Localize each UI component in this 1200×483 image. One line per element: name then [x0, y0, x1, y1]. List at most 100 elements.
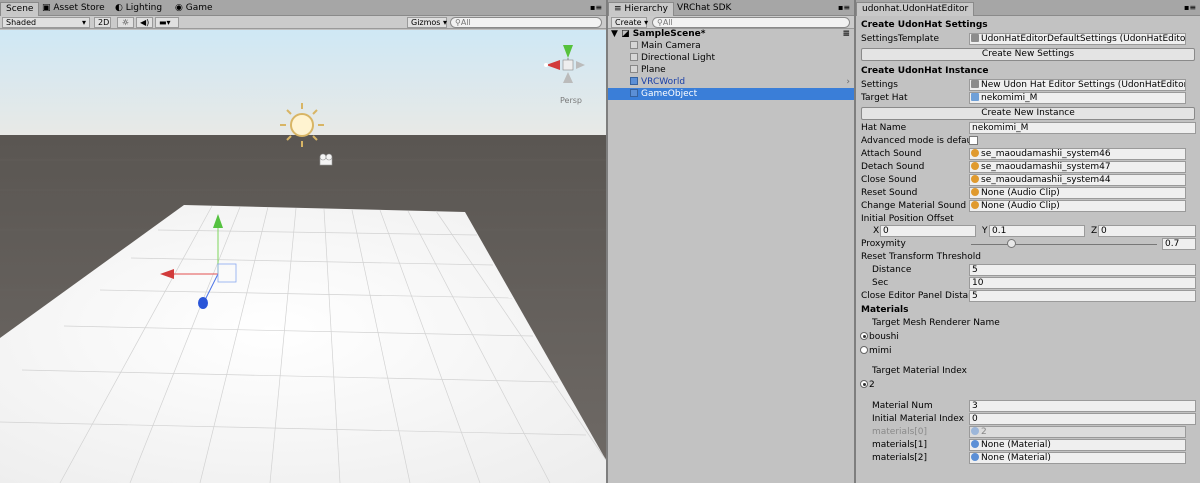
materials1-field[interactable]: None (Material)⊙ — [969, 439, 1186, 451]
scene-canvas[interactable]: Persp — [0, 30, 606, 483]
audio-clip-icon — [971, 201, 979, 209]
list-icon: ≡ — [614, 4, 625, 14]
materials2-field[interactable]: None (Material)⊙ — [969, 452, 1186, 464]
advanced-mode-checkbox[interactable] — [969, 136, 978, 145]
scene-lighting-toggle-icon[interactable]: ☼ — [117, 17, 134, 28]
radio-selected-icon[interactable] — [860, 380, 868, 388]
hierarchy-panel-menu-icon[interactable]: ▪≡ — [838, 3, 850, 13]
inspector-panel: udonhat.UdonHatEditor ▪≡ Create UdonHat … — [856, 0, 1200, 483]
hierarchy-panel: ≡ Hierarchy VRChat SDK ▪≡ Create ▾ ⚲All … — [608, 0, 854, 483]
gameobject-icon — [630, 65, 638, 73]
effects-dropdown-icon[interactable]: ▬▾ — [155, 17, 179, 28]
detach-sound-field[interactable]: se_maoudamashii_system47⊙ — [969, 161, 1186, 173]
initial-material-index-row: Initial Material Index 0 — [859, 413, 1199, 426]
inspector-tabbar: udonhat.UdonHatEditor ▪≡ — [856, 0, 1200, 16]
proxymity-input[interactable]: 0.7 — [1162, 238, 1196, 250]
mesh-option-mimi[interactable]: mimi — [859, 345, 1199, 358]
create-settings-header: Create UdonHat Settings — [861, 20, 988, 30]
change-material-sound-field[interactable]: None (Audio Clip)⊙ — [969, 200, 1186, 212]
offset-x-input[interactable]: 0 — [880, 225, 976, 237]
tab-asset-store[interactable]: ▣ Asset Store — [37, 2, 110, 16]
create-instance-header: Create UdonHat Instance — [861, 66, 989, 76]
offset-vector-row: X 0 Y 0.1 Z 0 — [859, 225, 1199, 238]
gameobject-icon — [630, 53, 638, 61]
hierarchy-item[interactable]: Main Camera — [608, 40, 854, 52]
chevron-right-icon[interactable]: › — [846, 76, 850, 88]
expand-arrow-icon: ▼ — [611, 29, 622, 39]
offset-y-input[interactable]: 0.1 — [989, 225, 1085, 237]
game-icon: ◉ — [175, 3, 186, 13]
target-hat-field[interactable]: nekomimi_M⊙ — [969, 92, 1186, 104]
shading-mode-dropdown[interactable]: Shaded ▾ — [2, 17, 90, 28]
inspector-panel-menu-icon[interactable]: ▪≡ — [1184, 3, 1196, 13]
hierarchy-item-selected[interactable]: GameObject — [608, 88, 854, 100]
distance-input[interactable]: 5 — [969, 264, 1196, 276]
offset-z-input[interactable]: 0 — [1098, 225, 1196, 237]
audio-clip-icon — [971, 188, 979, 196]
scene-panel-menu-icon[interactable]: ▪≡ — [590, 3, 602, 13]
materials0-row: materials[0] 2⊙ — [859, 426, 1199, 439]
material-num-row: Material Num 3 — [859, 400, 1199, 413]
settings-template-field[interactable]: UdonHatEditorDefaultSettings (UdonHatEdi… — [969, 33, 1186, 45]
materials2-row: materials[2] None (Material)⊙ — [859, 452, 1199, 465]
hierarchy-item[interactable]: Plane — [608, 64, 854, 76]
change-material-sound-row: Change Material Sound None (Audio Clip)⊙ — [859, 200, 1199, 213]
scene-root-row[interactable]: ▼ ◪ SampleScene* ≡ — [608, 28, 854, 40]
tab-udonhat-editor[interactable]: udonhat.UdonHatEditor — [856, 2, 975, 16]
hierarchy-search-input[interactable]: ⚲All — [652, 17, 850, 28]
material-icon — [971, 453, 979, 461]
close-distance-input[interactable]: 5 — [969, 290, 1196, 302]
tab-scene[interactable]: Scene — [0, 2, 40, 16]
lighting-icon: ◐ — [115, 3, 126, 13]
hat-name-row: Hat Name nekomimi_M — [859, 122, 1199, 135]
sec-input[interactable]: 10 — [969, 277, 1196, 289]
tab-hierarchy[interactable]: ≡ Hierarchy — [608, 2, 674, 16]
proxymity-row: Proxymity 0.7 — [859, 238, 1199, 251]
advanced-mode-row: Advanced mode is default — [859, 135, 1199, 148]
camera-icon[interactable] — [319, 153, 333, 166]
create-new-settings-row: Create New Settings — [859, 48, 1199, 61]
radio-icon[interactable] — [860, 346, 868, 354]
create-dropdown[interactable]: Create ▾ — [611, 17, 648, 28]
proxymity-slider-track[interactable] — [971, 244, 1157, 245]
material-index-option[interactable]: 2 — [859, 379, 1199, 392]
scene-panel: Scene ▣ Asset Store ◐ Lighting ◉ Game ▪≡… — [0, 0, 606, 483]
hierarchy-item[interactable]: Directional Light — [608, 52, 854, 64]
create-new-instance-button[interactable]: Create New Instance — [861, 107, 1195, 120]
attach-sound-field[interactable]: se_maoudamashii_system46⊙ — [969, 148, 1186, 160]
target-mesh-label-row: Target Mesh Renderer Name — [872, 318, 1000, 328]
scene-search-input[interactable]: ⚲All — [450, 17, 602, 28]
2d-toggle[interactable]: 2D — [94, 17, 111, 28]
audio-clip-icon — [971, 162, 979, 170]
distance-row: Distance 5 — [859, 264, 1199, 277]
audio-clip-icon — [971, 175, 979, 183]
material-icon — [971, 427, 979, 435]
tab-lighting[interactable]: ◐ Lighting — [110, 2, 167, 16]
materials0-field: 2⊙ — [969, 426, 1186, 438]
mesh-option-boushi[interactable]: boushi — [859, 331, 1199, 344]
audio-toggle-icon[interactable]: ◀) — [136, 17, 153, 28]
tab-vrchat-sdk[interactable]: VRChat SDK — [672, 2, 736, 16]
store-icon: ▣ — [42, 3, 54, 13]
hierarchy-item-prefab[interactable]: VRCWorld › — [608, 76, 854, 88]
tab-game[interactable]: ◉ Game — [170, 2, 218, 16]
close-distance-row: Close Editor Panel Distanc 5 — [859, 290, 1199, 303]
settings-field[interactable]: New Udon Hat Editor Settings (UdonHatEdi… — [969, 79, 1186, 91]
gizmos-dropdown[interactable]: Gizmos ▾ — [407, 17, 447, 28]
scene-tabbar: Scene ▣ Asset Store ◐ Lighting ◉ Game ▪≡ — [0, 0, 606, 16]
create-new-instance-row: Create New Instance — [859, 107, 1199, 120]
hat-name-input[interactable]: nekomimi_M — [969, 122, 1196, 134]
radio-selected-icon[interactable] — [860, 332, 868, 340]
reset-sound-field[interactable]: None (Audio Clip)⊙ — [969, 187, 1186, 199]
create-new-settings-button[interactable]: Create New Settings — [861, 48, 1195, 61]
persp-label[interactable]: Persp — [560, 96, 582, 105]
asset-icon — [971, 80, 979, 88]
close-sound-field[interactable]: se_maoudamashii_system44⊙ — [969, 174, 1186, 186]
initial-material-index-input[interactable]: 0 — [969, 413, 1196, 425]
scene-viewport[interactable]: Persp — [0, 30, 606, 483]
proxymity-slider-thumb[interactable] — [1007, 239, 1017, 248]
scene-options-icon[interactable]: ≡ — [842, 28, 850, 40]
material-num-input[interactable]: 3 — [969, 400, 1196, 412]
hierarchy-tabbar: ≡ Hierarchy VRChat SDK ▪≡ — [608, 0, 854, 16]
target-hat-row: Target Hat nekomimi_M⊙ — [859, 92, 1199, 105]
